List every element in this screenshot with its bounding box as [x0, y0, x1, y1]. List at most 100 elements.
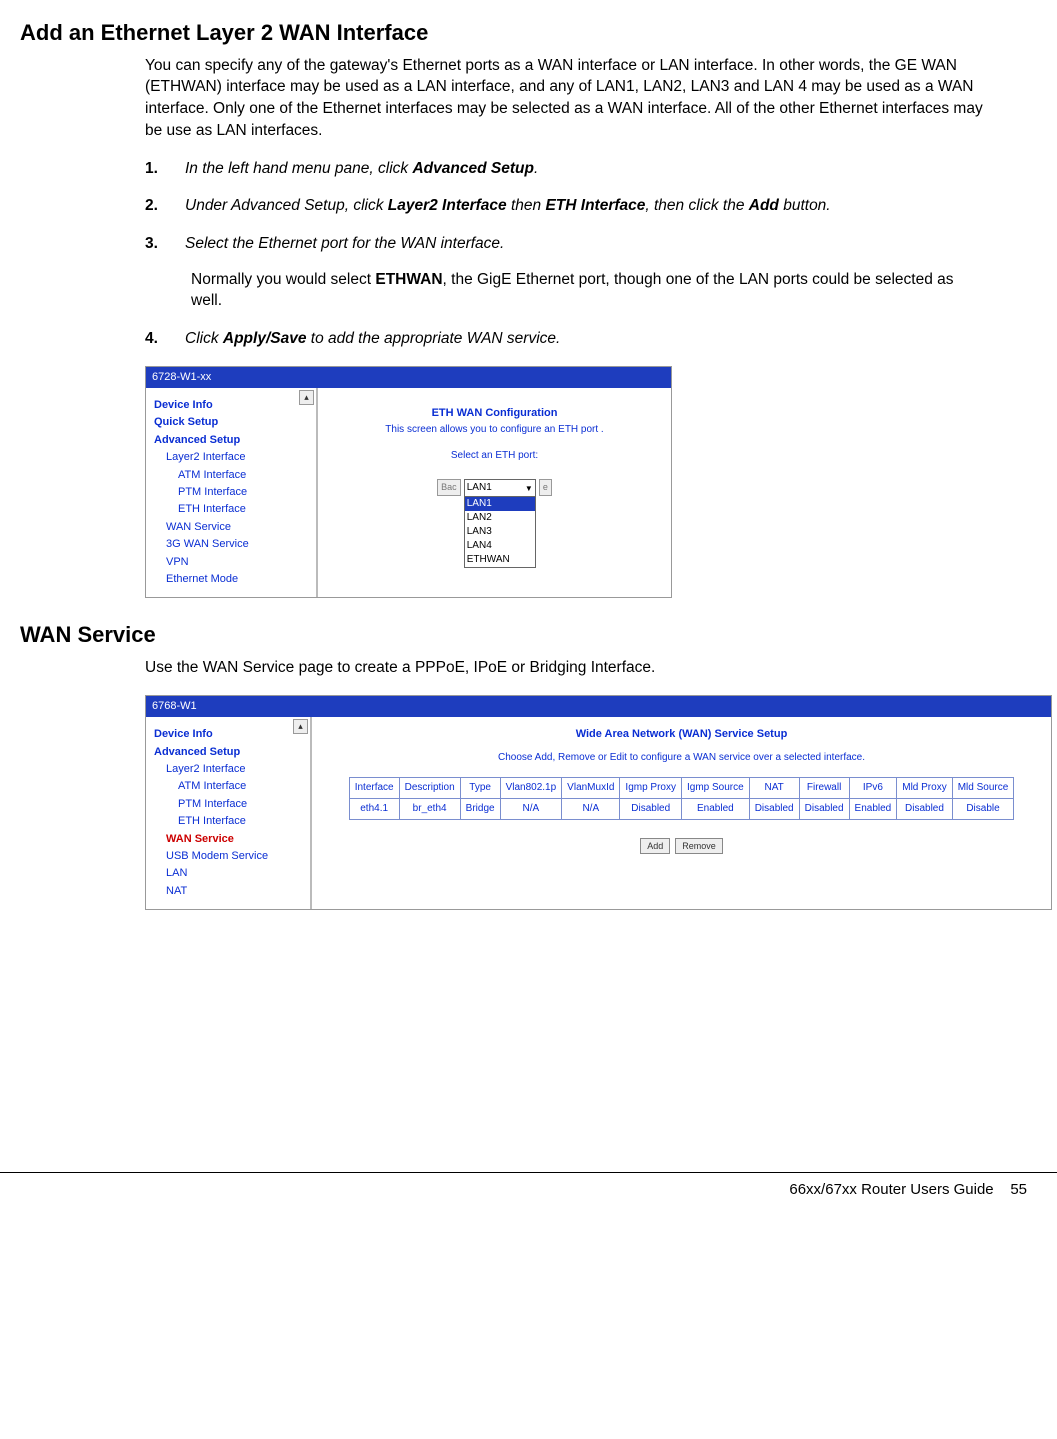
wan-service-table: Interface Description Type Vlan802.1p Vl…	[349, 777, 1015, 820]
sidebar-item[interactable]: WAN Service	[166, 520, 312, 535]
sidebar-item[interactable]: Advanced Setup	[154, 433, 312, 448]
sidebar-item[interactable]: ETH Interface	[178, 502, 312, 517]
table-cell: Disabled	[749, 798, 799, 819]
sidebar-item[interactable]: ATM Interface	[178, 468, 312, 483]
select-current-value: LAN1	[467, 481, 492, 495]
step-bold: ETHWAN	[375, 271, 442, 288]
router-title-bar: 6728-W1-xx	[146, 367, 671, 388]
panel-heading: ETH WAN Configuration	[328, 406, 661, 421]
table-cell: Disabled	[897, 798, 952, 819]
table-header: NAT	[749, 777, 799, 798]
sidebar-item[interactable]: Layer2 Interface	[166, 762, 306, 777]
table-cell: Disabled	[620, 798, 682, 819]
step-text: Select the Ethernet port for the WAN int…	[185, 233, 987, 312]
chevron-down-icon[interactable]: ▼	[525, 483, 533, 494]
page-footer: 66xx/67xx Router Users Guide 55	[0, 1172, 1057, 1220]
table-header-row: Interface Description Type Vlan802.1p Vl…	[349, 777, 1014, 798]
step-bold: ETH Interface	[545, 197, 645, 214]
section-heading-add-eth: Add an Ethernet Layer 2 WAN Interface	[20, 18, 1027, 49]
button-row: Add Remove	[322, 838, 1041, 855]
step-bold: Advanced Setup	[412, 160, 533, 177]
select-option[interactable]: LAN4	[465, 539, 535, 553]
table-header: Mld Proxy	[897, 777, 952, 798]
select-option[interactable]: LAN1	[465, 497, 535, 511]
back-button-fragment: Bac	[437, 479, 461, 496]
step-text: Under Advanced Setup, click Layer2 Inter…	[185, 195, 987, 217]
table-cell: N/A	[500, 798, 562, 819]
sidebar-item[interactable]: VPN	[166, 555, 312, 570]
table-cell: Bridge	[460, 798, 500, 819]
intro-paragraph: Use the WAN Service page to create a PPP…	[145, 657, 987, 679]
sidebar-item[interactable]: ETH Interface	[178, 814, 306, 829]
step-text-fragment: , then click the	[645, 197, 748, 214]
step-bold: Add	[749, 197, 779, 214]
table-cell: N/A	[562, 798, 620, 819]
step-text-fragment: Normally you would select	[191, 271, 375, 288]
router-sidebar: ▴ Device Info Quick Setup Advanced Setup…	[146, 388, 318, 597]
sidebar-item[interactable]: USB Modem Service	[166, 849, 306, 864]
step-text-fragment: Click	[185, 330, 223, 347]
sidebar-item[interactable]: Ethernet Mode	[166, 572, 312, 587]
table-header: Igmp Source	[682, 777, 750, 798]
step-text-fragment: to add the appropriate WAN service.	[306, 330, 560, 347]
step-text-fragment: Select the Ethernet port for the WAN int…	[185, 235, 504, 252]
save-button-fragment: e	[539, 479, 552, 496]
screenshot-wan-service-setup: 6768-W1 ▴ Device Info Advanced Setup Lay…	[145, 695, 1052, 910]
remove-button[interactable]: Remove	[675, 838, 723, 855]
footer-guide-title: 66xx/67xx Router Users Guide	[789, 1181, 993, 1198]
sidebar-item[interactable]: PTM Interface	[178, 485, 312, 500]
table-cell: Disabled	[799, 798, 849, 819]
sidebar-item[interactable]: Device Info	[154, 727, 306, 742]
sidebar-item[interactable]: Advanced Setup	[154, 745, 306, 760]
sidebar-item[interactable]: NAT	[166, 884, 306, 899]
router-main-panel: Wide Area Network (WAN) Service Setup Ch…	[312, 717, 1051, 909]
step-text-fragment: button.	[779, 197, 831, 214]
table-header: Firewall	[799, 777, 849, 798]
table-cell: eth4.1	[349, 798, 399, 819]
sidebar-item[interactable]: PTM Interface	[178, 797, 306, 812]
step-bold: Layer2 Interface	[388, 197, 507, 214]
table-cell: br_eth4	[399, 798, 460, 819]
table-header: VlanMuxId	[562, 777, 620, 798]
table-header: Interface	[349, 777, 399, 798]
step-text-fragment: In the left hand menu pane, click	[185, 160, 412, 177]
sidebar-item[interactable]: ATM Interface	[178, 779, 306, 794]
step-bold: Apply/Save	[223, 330, 307, 347]
table-header: Type	[460, 777, 500, 798]
footer-page-number: 55	[1010, 1181, 1027, 1198]
add-button[interactable]: Add	[640, 838, 670, 855]
eth-port-select[interactable]: LAN1 ▼ LAN1 LAN2 LAN3 LAN4 ETHWAN	[464, 479, 536, 568]
select-label: Select an ETH port:	[328, 449, 661, 463]
table-header: Vlan802.1p	[500, 777, 562, 798]
table-cell: Disable	[952, 798, 1014, 819]
section-heading-wan-service: WAN Service	[20, 620, 1027, 651]
sidebar-item[interactable]: LAN	[166, 866, 306, 881]
step-number: 3.	[145, 233, 185, 312]
scrollbar-up-icon[interactable]: ▴	[293, 719, 308, 734]
step-text-fragment: Under Advanced Setup, click	[185, 197, 388, 214]
scrollbar-up-icon[interactable]: ▴	[299, 390, 314, 405]
step-number: 1.	[145, 158, 185, 180]
sidebar-item-active[interactable]: WAN Service	[166, 832, 306, 847]
table-header: Igmp Proxy	[620, 777, 682, 798]
table-row: eth4.1 br_eth4 Bridge N/A N/A Disabled E…	[349, 798, 1014, 819]
select-option[interactable]: ETHWAN	[465, 553, 535, 567]
step-number: 4.	[145, 328, 185, 350]
sidebar-item[interactable]: Layer2 Interface	[166, 450, 312, 465]
table-header: Description	[399, 777, 460, 798]
sidebar-item[interactable]: Device Info	[154, 398, 312, 413]
panel-heading: Wide Area Network (WAN) Service Setup	[322, 727, 1041, 742]
sidebar-item[interactable]: Quick Setup	[154, 415, 312, 430]
router-title-bar: 6768-W1	[146, 696, 1051, 717]
table-cell: Enabled	[849, 798, 897, 819]
router-sidebar: ▴ Device Info Advanced Setup Layer2 Inte…	[146, 717, 312, 909]
panel-subtext: This screen allows you to configure an E…	[328, 423, 661, 437]
sidebar-item[interactable]: 3G WAN Service	[166, 537, 312, 552]
select-option[interactable]: LAN2	[465, 511, 535, 525]
select-option[interactable]: LAN3	[465, 525, 535, 539]
step-number: 2.	[145, 195, 185, 217]
steps-list: 1. In the left hand menu pane, click Adv…	[145, 158, 987, 350]
screenshot-eth-wan-config: 6728-W1-xx ▴ Device Info Quick Setup Adv…	[145, 366, 672, 599]
step-text-fragment: .	[534, 160, 538, 177]
intro-paragraph: You can specify any of the gateway's Eth…	[145, 55, 987, 142]
